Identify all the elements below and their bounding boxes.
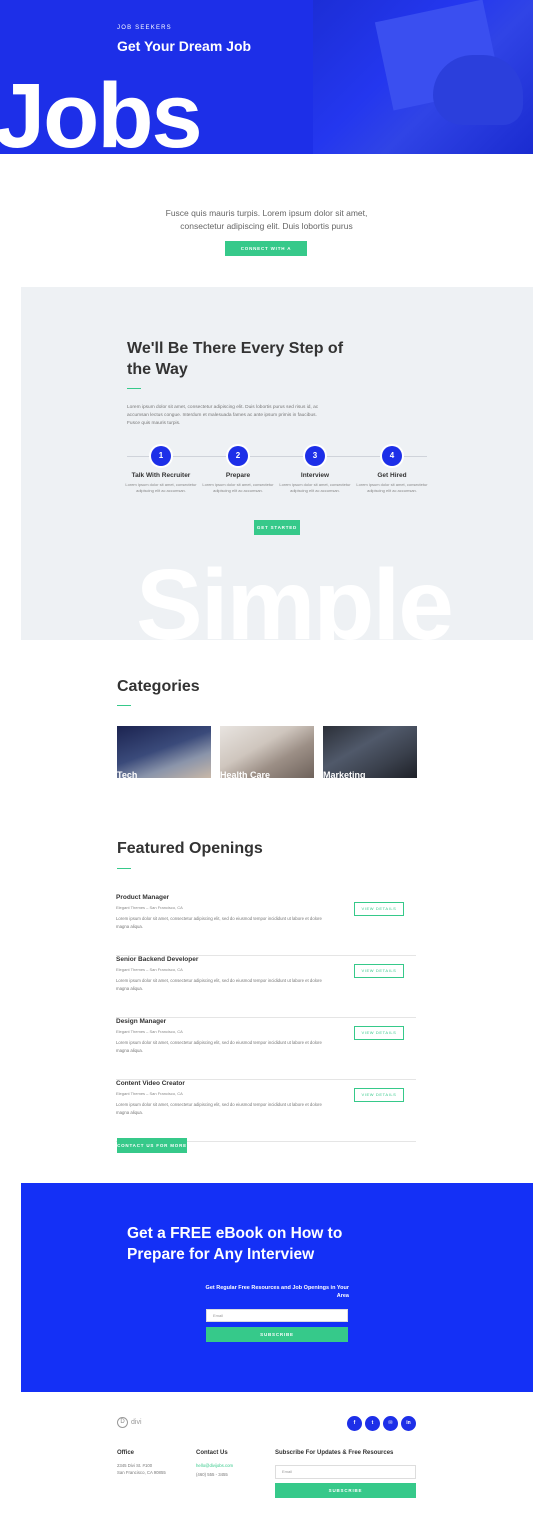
step-4: 4 Get Hired Lorem ipsum dolor sit amet, … bbox=[351, 446, 433, 494]
category-card-marketing[interactable]: Marketing bbox=[323, 726, 417, 778]
openings-accent-line bbox=[117, 868, 131, 869]
step-number: 2 bbox=[228, 446, 248, 466]
categories-heading: Categories bbox=[117, 678, 200, 695]
divi-logo-icon: D bbox=[117, 1416, 128, 1428]
hero-title: Get Your Dream Job bbox=[117, 38, 252, 54]
job-description: Lorem ipsum dolor sit amet, consectetur … bbox=[116, 1102, 322, 1115]
job-row: Product Manager Elegant Themes – San Fra… bbox=[116, 894, 416, 956]
subscribe-heading: Subscribe For Updates & Free Resources bbox=[275, 1450, 394, 1456]
step-number: 1 bbox=[151, 446, 171, 466]
job-title: Product Manager bbox=[116, 894, 170, 901]
openings-heading: Featured Openings bbox=[117, 840, 263, 857]
job-description: Lorem ipsum dolor sit amet, consectetur … bbox=[116, 978, 322, 991]
hero-photo bbox=[313, 0, 533, 154]
step-title: Talk With Recruiter bbox=[131, 472, 191, 479]
job-title: Design Manager bbox=[116, 1018, 167, 1025]
footer-logo[interactable]: D divi bbox=[117, 1415, 142, 1429]
step-1: 1 Talk With Recruiter Lorem ipsum dolor … bbox=[120, 446, 202, 494]
step-number: 4 bbox=[382, 446, 402, 466]
intro-text: Fusce quis mauris turpis. Lorem ipsum do… bbox=[165, 208, 368, 231]
ebook-email-input[interactable]: Email bbox=[206, 1309, 348, 1322]
facebook-icon[interactable]: f bbox=[347, 1416, 362, 1431]
step-title: Get Hired bbox=[377, 472, 407, 479]
category-card-health-care[interactable]: Health Care bbox=[220, 726, 314, 778]
logo-text: divi bbox=[131, 1418, 142, 1426]
job-company: Elegant Themes – San Francisco, CA bbox=[116, 905, 183, 910]
ebook-subscribe-button[interactable]: SUBSCRIBE bbox=[206, 1327, 348, 1342]
ebook-section: Get a FREE eBook on How to Prepare for A… bbox=[21, 1183, 533, 1392]
get-started-button[interactable]: GET STARTED bbox=[254, 520, 300, 535]
category-label: Health Care bbox=[220, 770, 271, 778]
office-address-line1: 2345 Divi St. #100 bbox=[117, 1463, 153, 1468]
contact-phone: (460) 555 - 3455 bbox=[196, 1472, 228, 1477]
step-3: 3 Interview Lorem ipsum dolor sit amet, … bbox=[274, 446, 356, 494]
footer-email-input[interactable]: Email bbox=[275, 1465, 416, 1479]
office-address-line2: San Francisco, CA 90855 bbox=[117, 1470, 166, 1475]
office-heading: Office bbox=[117, 1450, 135, 1456]
email-icon[interactable]: ✉ bbox=[383, 1416, 398, 1431]
job-description: Lorem ipsum dolor sit amet, consectetur … bbox=[116, 916, 322, 929]
job-title: Content Video Creator bbox=[116, 1080, 185, 1087]
ebook-heading: Get a FREE eBook on How to Prepare for A… bbox=[127, 1225, 343, 1263]
ebook-subheading: Get Regular Free Resources and Job Openi… bbox=[205, 1285, 349, 1299]
steps-accent-line bbox=[127, 388, 141, 389]
view-details-button[interactable]: VIEW DETAILS bbox=[354, 1088, 404, 1102]
view-details-button[interactable]: VIEW DETAILS bbox=[354, 902, 404, 916]
job-row: Senior Backend Developer Elegant Themes … bbox=[116, 956, 416, 1018]
steps-heading: We'll Be There Every Step of the Way bbox=[127, 340, 344, 378]
step-desc: Lorem ipsum dolor sit amet, consectetur … bbox=[125, 482, 197, 493]
step-number: 3 bbox=[305, 446, 325, 466]
steps-section: Simple We'll Be There Every Step of the … bbox=[21, 287, 533, 640]
steps-big-word: Simple bbox=[136, 549, 454, 640]
job-row: Design Manager Elegant Themes – San Fran… bbox=[116, 1018, 416, 1080]
hero-eyebrow: JOB SEEKERS bbox=[117, 25, 172, 31]
contact-us-button[interactable]: CONTACT US FOR MORE bbox=[117, 1138, 187, 1153]
category-label: Tech bbox=[117, 770, 138, 778]
category-card-tech[interactable]: Tech bbox=[117, 726, 211, 778]
hero-big-word: Jobs bbox=[0, 65, 203, 154]
step-title: Prepare bbox=[225, 472, 251, 479]
footer-subscribe-button[interactable]: SUBSCRIBE bbox=[275, 1483, 416, 1498]
step-desc: Lorem ipsum dolor sit amet, consectetur … bbox=[356, 482, 428, 493]
step-desc: Lorem ipsum dolor sit amet, consectetur … bbox=[279, 482, 351, 493]
connect-recruiter-button[interactable]: CONNECT WITH A RECRUITER bbox=[225, 241, 307, 266]
hero-banner: Jobs JOB SEEKERS Get Your Dream Job bbox=[0, 0, 533, 154]
step-2: 2 Prepare Lorem ipsum dolor sit amet, co… bbox=[197, 446, 279, 494]
contact-heading: Contact Us bbox=[196, 1450, 228, 1456]
categories-accent-line bbox=[117, 705, 131, 706]
job-company: Elegant Themes – San Francisco, CA bbox=[116, 1091, 183, 1096]
job-company: Elegant Themes – San Francisco, CA bbox=[116, 1029, 183, 1034]
job-description: Lorem ipsum dolor sit amet, consectetur … bbox=[116, 1040, 322, 1053]
job-title: Senior Backend Developer bbox=[116, 956, 199, 963]
step-desc: Lorem ipsum dolor sit amet, consectetur … bbox=[202, 482, 274, 493]
steps-paragraph: Lorem ipsum dolor sit amet, consectetur … bbox=[127, 405, 319, 426]
twitter-icon[interactable]: t bbox=[365, 1416, 380, 1431]
linkedin-icon[interactable]: in bbox=[401, 1416, 416, 1431]
job-row: Content Video Creator Elegant Themes – S… bbox=[116, 1080, 416, 1142]
contact-email-link[interactable]: hello@divijobs.com bbox=[196, 1462, 233, 1469]
view-details-button[interactable]: VIEW DETAILS bbox=[354, 964, 404, 978]
step-title: Interview bbox=[300, 472, 330, 479]
job-company: Elegant Themes – San Francisco, CA bbox=[116, 967, 183, 972]
view-details-button[interactable]: VIEW DETAILS bbox=[354, 1026, 404, 1040]
category-label: Marketing bbox=[323, 770, 366, 778]
